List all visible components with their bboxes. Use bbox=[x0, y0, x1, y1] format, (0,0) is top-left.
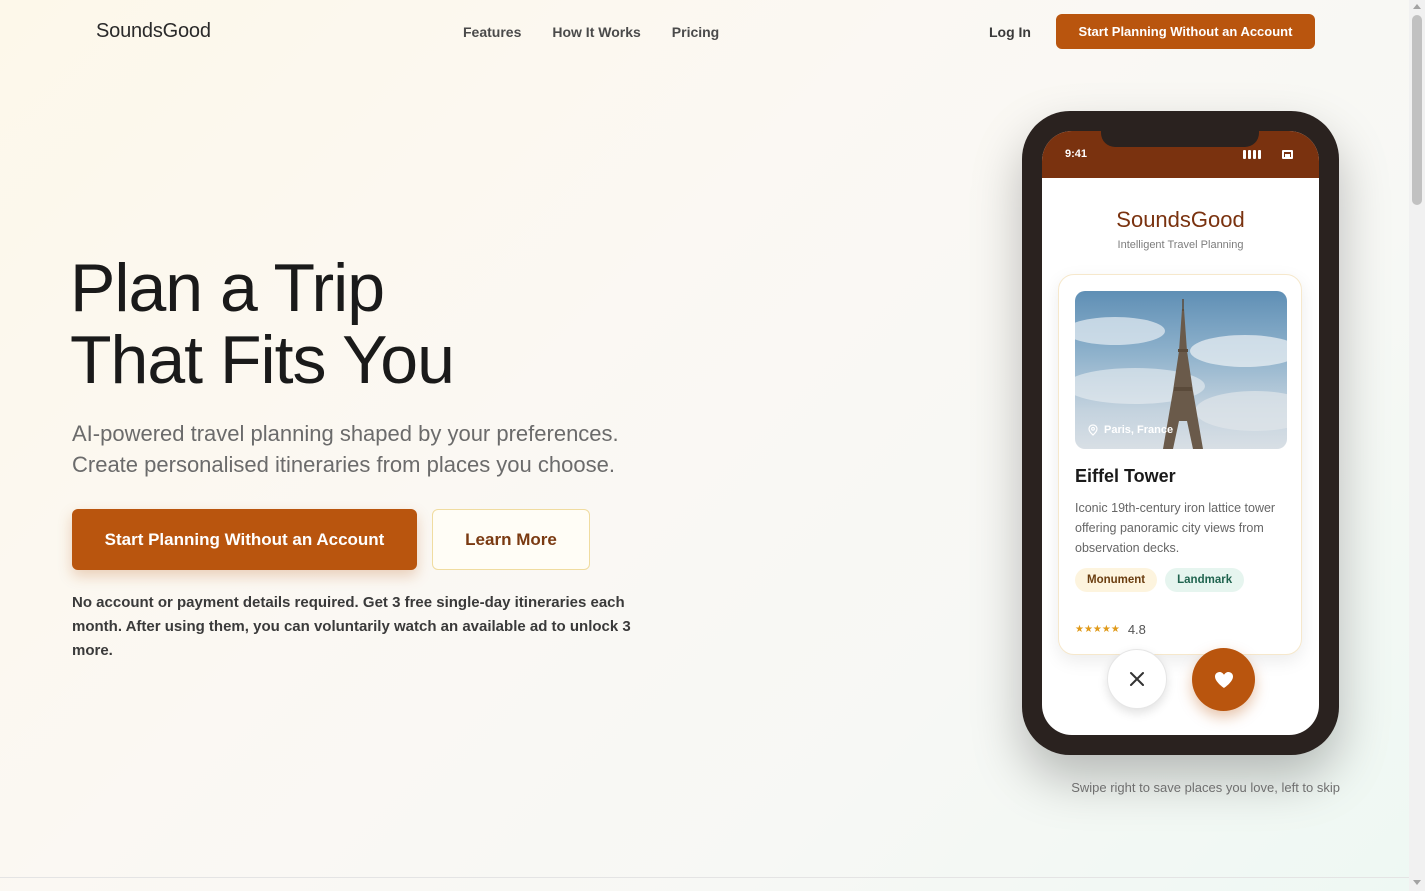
page-scrollbar[interactable] bbox=[1409, 0, 1425, 891]
rating-value: 4.8 bbox=[1127, 622, 1146, 637]
place-rating: ★★★★★ 4.8 bbox=[1075, 622, 1146, 637]
tag-monument: Monument bbox=[1075, 568, 1158, 592]
heart-icon bbox=[1214, 671, 1233, 688]
rating-stars-icon: ★★★★★ bbox=[1075, 624, 1120, 635]
app-name: SoundsGood bbox=[1116, 207, 1245, 232]
hero-title-line-1: Plan a Trip bbox=[70, 250, 385, 326]
place-card[interactable]: Paris, France Eiffel Tower Iconic 19th-c… bbox=[1058, 274, 1302, 655]
nav-links: Features How It Works Pricing bbox=[463, 24, 719, 40]
place-tags: Monument Landmark bbox=[1075, 568, 1245, 592]
status-bar: 9:41 bbox=[1042, 131, 1319, 178]
scrollbar-thumb[interactable] bbox=[1412, 15, 1422, 205]
close-icon bbox=[1130, 672, 1144, 686]
hero-title-line-2: That Fits You bbox=[70, 322, 455, 398]
free-plan-note: No account or payment details required. … bbox=[72, 594, 631, 659]
place-location: Paris, France bbox=[1087, 424, 1173, 436]
start-planning-button[interactable]: Start Planning Without an Account bbox=[72, 509, 417, 570]
hero-subtitle: AI-powered travel planning shaped by you… bbox=[72, 418, 619, 480]
tag-landmark: Landmark bbox=[1165, 568, 1245, 592]
phone-notch bbox=[1101, 131, 1259, 147]
phone-mockup: 9:41 SoundsGood Intelligent Travel Plann… bbox=[1022, 111, 1339, 755]
place-title: Eiffel Tower bbox=[1075, 466, 1176, 486]
scroll-down-icon[interactable] bbox=[1413, 880, 1421, 885]
phone-screen: 9:41 SoundsGood Intelligent Travel Plann… bbox=[1042, 131, 1319, 735]
skip-button[interactable] bbox=[1107, 649, 1167, 709]
nav-start-planning-button[interactable]: Start Planning Without an Account bbox=[1056, 14, 1315, 49]
location-pin-icon bbox=[1088, 424, 1098, 436]
hero-title: Plan a Trip That Fits You bbox=[70, 250, 455, 398]
swipe-hint: Swipe right to save places you love, lef… bbox=[1071, 780, 1340, 795]
battery-icon bbox=[1282, 150, 1293, 159]
signal-icon bbox=[1243, 150, 1261, 159]
place-image: Paris, France bbox=[1075, 291, 1287, 449]
nav-link-pricing[interactable]: Pricing bbox=[672, 24, 719, 40]
nav-link-features[interactable]: Features bbox=[463, 24, 521, 40]
hero-subtitle-line-1: AI-powered travel planning shaped by you… bbox=[72, 421, 619, 446]
section-divider bbox=[0, 877, 1409, 878]
top-nav: SoundsGood Features How It Works Pricing… bbox=[0, 0, 1409, 64]
logo[interactable]: SoundsGood bbox=[96, 20, 211, 43]
nav-link-how-it-works[interactable]: How It Works bbox=[552, 24, 640, 40]
hero-subtitle-line-2: Create personalised itineraries from pla… bbox=[72, 452, 615, 477]
status-time: 9:41 bbox=[1065, 148, 1088, 160]
save-place-button[interactable] bbox=[1192, 648, 1255, 711]
scroll-up-icon[interactable] bbox=[1413, 4, 1421, 9]
place-description: Iconic 19th-century iron lattice tower o… bbox=[1075, 501, 1276, 555]
learn-more-button[interactable]: Learn More bbox=[432, 509, 590, 570]
login-link[interactable]: Log In bbox=[989, 24, 1031, 40]
place-location-label: Paris, France bbox=[1104, 424, 1174, 436]
app-tagline: Intelligent Travel Planning bbox=[1117, 239, 1244, 251]
